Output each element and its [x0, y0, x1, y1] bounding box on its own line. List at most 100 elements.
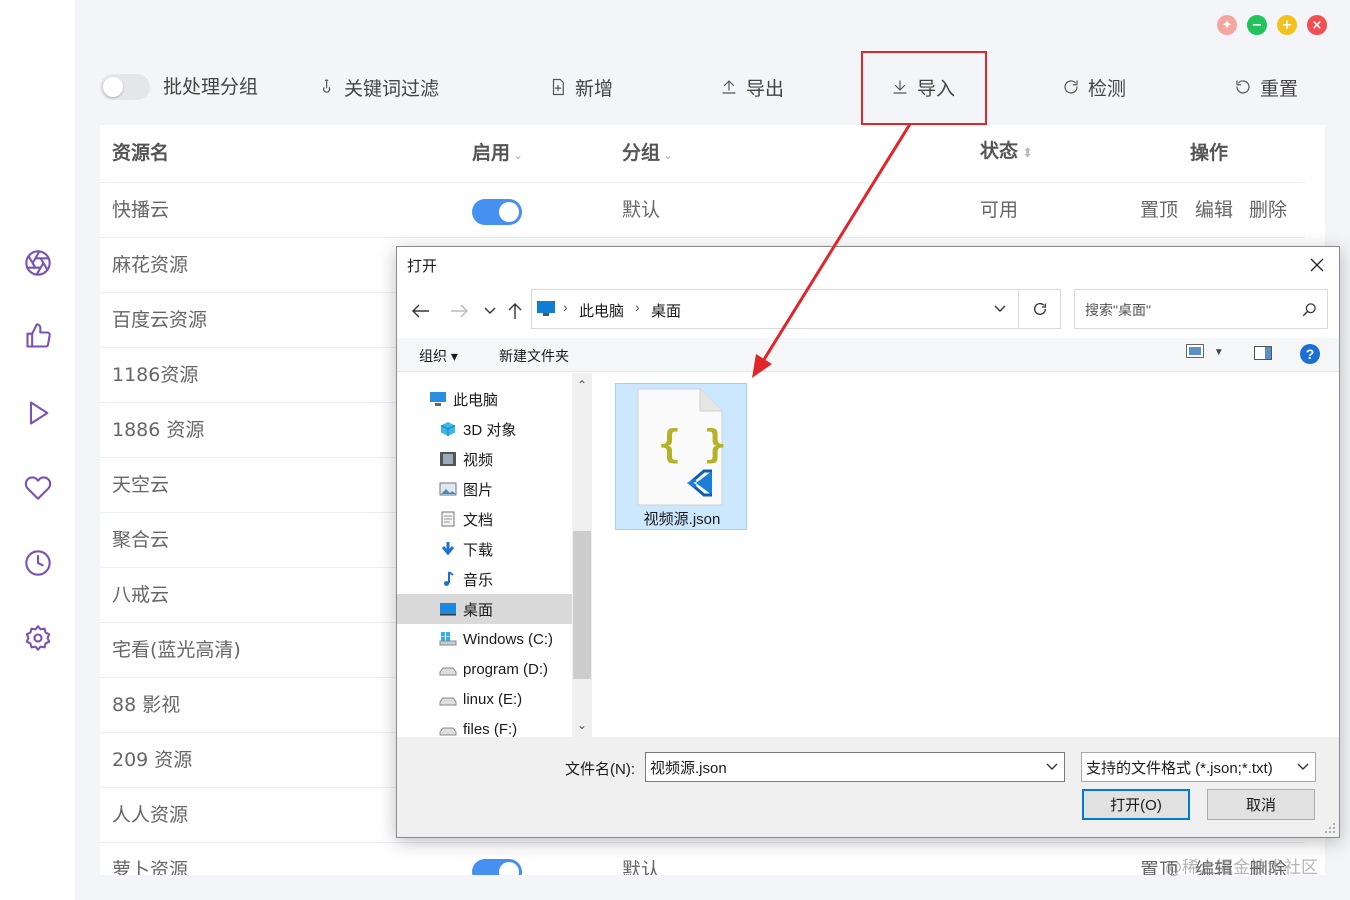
tree-item-desktop[interactable]: 桌面	[397, 594, 572, 624]
arrow-up-icon	[508, 303, 522, 319]
music-icon	[444, 571, 454, 586]
pin-top-link[interactable]: 置顶	[1140, 183, 1178, 238]
recent-locations-button[interactable]	[478, 299, 502, 323]
scroll-down-arrow[interactable]: ⌄	[572, 715, 592, 735]
pin-button[interactable]: ✦	[1217, 15, 1237, 35]
filter-icon	[323, 79, 331, 93]
reset-icon	[1236, 80, 1250, 94]
up-button[interactable]	[503, 299, 527, 323]
view-options-button[interactable]: ▼	[1186, 344, 1224, 361]
row-name: 百度云资源	[112, 309, 208, 331]
back-button[interactable]	[409, 299, 433, 323]
windows-drive-icon	[439, 632, 457, 646]
row-name: 天空云	[112, 474, 170, 496]
table-row[interactable]: 快播云 默认 可用 置顶 编辑 删除	[100, 183, 1305, 238]
minimize-button[interactable]: −	[1247, 15, 1267, 35]
refresh-icon	[1064, 80, 1078, 94]
filename-input[interactable]: 视频源.json	[645, 752, 1065, 782]
tree-item-drive-f[interactable]: files (F:)	[397, 714, 572, 737]
edit-link[interactable]: 编辑	[1195, 183, 1233, 238]
navigation-tree: 此电脑 3D 对象 视频 图片 文档 下载 音乐 桌面 Windows (C:)…	[397, 373, 593, 737]
scroll-up-arrow[interactable]: ⌃	[572, 375, 592, 395]
organize-menu[interactable]: 组织 ▾	[419, 346, 458, 366]
export-button[interactable]: 导出	[720, 72, 784, 102]
tree-item-music[interactable]: 音乐	[397, 564, 572, 594]
filetype-select[interactable]: 支持的文件格式 (*.json;*.txt)	[1081, 752, 1316, 782]
open-button[interactable]: 打开(O)	[1082, 789, 1190, 820]
sort-icon: ⬍	[1018, 146, 1034, 161]
row-name: 麻花资源	[112, 254, 189, 276]
tree-item-documents[interactable]: 文档	[397, 504, 572, 534]
tree-item-drive-c[interactable]: Windows (C:)	[397, 624, 572, 654]
search-input[interactable]: 搜索"桌面"	[1074, 289, 1328, 329]
row-name: 1886 资源	[112, 419, 205, 441]
aperture-icon[interactable]	[22, 247, 54, 279]
export-label: 导出	[746, 77, 785, 100]
row-name: 209 资源	[112, 749, 193, 771]
forward-button[interactable]	[447, 299, 471, 323]
file-item[interactable]: { } 视频源.json	[615, 383, 747, 530]
keyword-filter-button[interactable]: 关键词过滤	[318, 72, 439, 102]
svg-text:?: ?	[1306, 346, 1315, 362]
monitor-icon	[537, 301, 555, 316]
enabled-toggle[interactable]	[472, 859, 522, 875]
row-group: 默认	[622, 199, 661, 221]
delete-link[interactable]: 删除	[1249, 183, 1287, 238]
play-icon[interactable]	[22, 397, 54, 429]
detect-button[interactable]: 检测	[1062, 72, 1126, 102]
refresh-button[interactable]	[1019, 289, 1061, 329]
preview-pane-button[interactable]	[1254, 346, 1272, 363]
enabled-toggle[interactable]	[472, 199, 522, 225]
tree-item-3d-objects[interactable]: 3D 对象	[397, 414, 572, 444]
cube-icon	[440, 422, 456, 436]
address-bar[interactable]: › 此电脑 › 桌面	[531, 289, 1019, 329]
help-button[interactable]: ?	[1300, 344, 1320, 367]
tree-item-videos[interactable]: 视频	[397, 444, 572, 474]
picture-icon	[439, 482, 457, 496]
arrow-right-icon	[451, 304, 468, 318]
header-enabled[interactable]: 启用 ⌄	[472, 125, 523, 182]
header-group[interactable]: 分组 ⌄	[622, 125, 673, 182]
row-name: 萝卜资源	[112, 859, 189, 875]
json-braces-glyph: { }	[658, 422, 727, 466]
settings-icon[interactable]	[22, 622, 54, 654]
row-name: 人人资源	[112, 804, 189, 826]
keyword-filter-label: 关键词过滤	[344, 77, 440, 100]
close-window-button[interactable]: ×	[1307, 15, 1327, 35]
tree-item-downloads[interactable]: 下载	[397, 534, 572, 564]
header-name: 资源名	[112, 142, 170, 164]
add-label: 新增	[575, 77, 614, 100]
preview-pane-icon	[1254, 346, 1272, 360]
breadcrumb-this-pc[interactable]: 此电脑	[579, 300, 624, 321]
table-row[interactable]: 萝卜资源 默认 置顶 编辑 删除	[100, 843, 1305, 875]
add-button[interactable]: 新增	[549, 72, 613, 102]
tree-item-drive-e[interactable]: linux (E:)	[397, 684, 572, 714]
chevron-down-icon[interactable]	[1046, 763, 1058, 771]
close-icon	[1310, 258, 1324, 272]
row-group: 默认	[622, 859, 661, 875]
arrow-left-icon	[412, 304, 429, 318]
import-highlight-box	[861, 51, 987, 125]
open-file-dialog: 打开 › 此电脑 › 桌面 搜索"桌面" 组织 ▾ 新建文件夹 ▼ ? 此电脑 …	[396, 246, 1340, 838]
tree-item-this-pc[interactable]: 此电脑	[397, 384, 572, 414]
heart-icon[interactable]	[22, 472, 54, 504]
chevron-down-icon[interactable]	[994, 305, 1006, 313]
help-icon: ?	[1300, 344, 1320, 364]
resize-grip-icon[interactable]	[1324, 822, 1336, 834]
search-placeholder: 搜索"桌面"	[1085, 302, 1151, 318]
breadcrumb-desktop[interactable]: 桌面	[651, 300, 681, 321]
clock-icon[interactable]	[22, 547, 54, 579]
row-name: 宅看(蓝光高清)	[112, 639, 241, 661]
new-folder-button[interactable]: 新建文件夹	[499, 346, 569, 366]
reset-button[interactable]: 重置	[1234, 72, 1298, 102]
cancel-button[interactable]: 取消	[1207, 789, 1315, 820]
tree-item-drive-d[interactable]: program (D:)	[397, 654, 572, 684]
dialog-close-button[interactable]	[1303, 253, 1331, 277]
batch-group-toggle[interactable]	[100, 74, 150, 100]
tree-scrollbar-thumb[interactable]	[573, 531, 591, 679]
header-status[interactable]: 状态 ⬍	[980, 125, 1033, 180]
chevron-right-icon: ›	[635, 299, 640, 315]
thumbs-up-icon[interactable]	[22, 320, 54, 352]
maximize-button[interactable]: +	[1277, 15, 1297, 35]
tree-item-pictures[interactable]: 图片	[397, 474, 572, 504]
